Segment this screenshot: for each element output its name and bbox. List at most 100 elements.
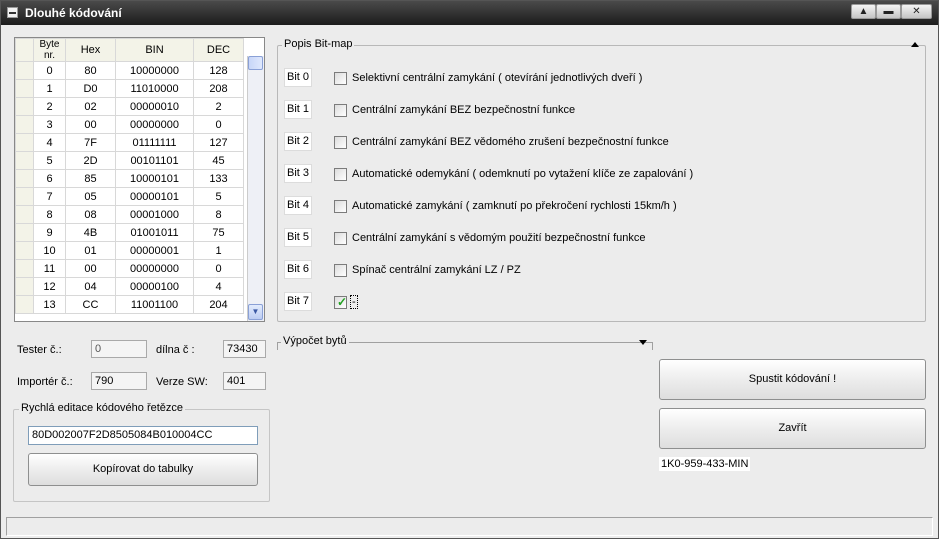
bit-label[interactable]: Automatické odemykání ( odemknutí po vyt…: [352, 168, 693, 180]
cell-bin[interactable]: 10000000: [115, 61, 194, 80]
close-window-button[interactable]: ✕: [901, 4, 932, 19]
bit-label[interactable]: -: [350, 295, 358, 309]
cell-byte[interactable]: 6: [33, 169, 66, 188]
code-string-input[interactable]: 80D002007F2D8505084B010004CC: [28, 426, 258, 445]
row-selector[interactable]: [15, 187, 34, 206]
row-selector[interactable]: [15, 169, 34, 188]
table-row[interactable]: 0 80 10000000 128: [15, 61, 244, 80]
table-row[interactable]: 5 2D 00101101 45: [15, 151, 244, 170]
bit-checkbox[interactable]: [334, 136, 347, 149]
row-selector[interactable]: [15, 223, 34, 242]
table-row[interactable]: 11 00 00000000 0: [15, 259, 244, 278]
bit-label[interactable]: Selektivní centrální zamykání ( otevírán…: [352, 72, 642, 84]
bit-label[interactable]: Automatické zamykání ( zamknutí po překr…: [352, 200, 677, 212]
row-selector[interactable]: [15, 79, 34, 98]
cell-dec[interactable]: 0: [193, 259, 244, 278]
cell-bin[interactable]: 00000100: [115, 277, 194, 296]
row-selector[interactable]: [15, 277, 34, 296]
cell-dec[interactable]: 204: [193, 295, 244, 314]
cell-dec[interactable]: 128: [193, 61, 244, 80]
row-selector[interactable]: [15, 97, 34, 116]
cell-hex[interactable]: 04: [65, 277, 116, 296]
verze-field[interactable]: 401: [223, 372, 266, 390]
cell-byte[interactable]: 9: [33, 223, 66, 242]
tester-field[interactable]: 0: [91, 340, 147, 358]
cell-hex[interactable]: 01: [65, 241, 116, 260]
cell-dec[interactable]: 8: [193, 205, 244, 224]
row-selector[interactable]: [15, 151, 34, 170]
bit-checkbox[interactable]: [334, 264, 347, 277]
system-menu-icon[interactable]: [7, 7, 18, 18]
cell-dec[interactable]: 133: [193, 169, 244, 188]
cell-bin[interactable]: 00000001: [115, 241, 194, 260]
cell-hex[interactable]: 4B: [65, 223, 116, 242]
cell-hex[interactable]: 02: [65, 97, 116, 116]
bit-label[interactable]: Centrální zamykání BEZ bezpečnostní funk…: [352, 104, 575, 116]
cell-dec[interactable]: 4: [193, 277, 244, 296]
cell-bin[interactable]: 01001011: [115, 223, 194, 242]
bit-label[interactable]: Spínač centrální zamykání LZ / PZ: [352, 264, 521, 276]
bit-label[interactable]: Centrální zamykání s vědomým použití bez…: [352, 232, 645, 244]
cell-byte[interactable]: 0: [33, 61, 66, 80]
col-header-bin[interactable]: BIN: [115, 38, 194, 62]
cell-byte[interactable]: 8: [33, 205, 66, 224]
cell-dec[interactable]: 2: [193, 97, 244, 116]
cell-hex[interactable]: D0: [65, 79, 116, 98]
importer-field[interactable]: 790: [91, 372, 147, 390]
cell-byte[interactable]: 7: [33, 187, 66, 206]
row-selector[interactable]: [15, 133, 34, 152]
minimize-button[interactable]: ▬: [876, 4, 901, 19]
col-header-byte[interactable]: Byte nr.: [33, 38, 66, 62]
row-selector[interactable]: [15, 241, 34, 260]
cell-byte[interactable]: 3: [33, 115, 66, 134]
bit-checkbox[interactable]: [334, 72, 347, 85]
row-selector[interactable]: [15, 115, 34, 134]
expand-down-icon[interactable]: [639, 340, 647, 345]
cell-bin[interactable]: 11001100: [115, 295, 194, 314]
cell-byte[interactable]: 11: [33, 259, 66, 278]
cell-hex[interactable]: 80: [65, 61, 116, 80]
cell-dec[interactable]: 127: [193, 133, 244, 152]
cell-bin[interactable]: 00000000: [115, 115, 194, 134]
grid-vertical-scrollbar[interactable]: ▼: [247, 56, 264, 321]
table-row[interactable]: 8 08 00001000 8: [15, 205, 244, 224]
table-row[interactable]: 2 02 00000010 2: [15, 97, 244, 116]
table-row[interactable]: 6 85 10000101 133: [15, 169, 244, 188]
cell-hex[interactable]: 00: [65, 115, 116, 134]
cell-byte[interactable]: 13: [33, 295, 66, 314]
table-row[interactable]: 13 CC 11001100 204: [15, 295, 244, 314]
table-row[interactable]: 9 4B 01001011 75: [15, 223, 244, 242]
cell-bin[interactable]: 00000101: [115, 187, 194, 206]
cell-byte[interactable]: 5: [33, 151, 66, 170]
bit-checkbox[interactable]: [334, 200, 347, 213]
row-selector[interactable]: [15, 295, 34, 314]
col-header-dec[interactable]: DEC: [193, 38, 244, 62]
table-row[interactable]: 10 01 00000001 1: [15, 241, 244, 260]
cell-hex[interactable]: 08: [65, 205, 116, 224]
scrollbar-thumb[interactable]: [248, 56, 263, 70]
cell-bin[interactable]: 00001000: [115, 205, 194, 224]
table-row[interactable]: 4 7F 01111111 127: [15, 133, 244, 152]
cell-hex[interactable]: 00: [65, 259, 116, 278]
bit-label[interactable]: Centrální zamykání BEZ vědomého zrušení …: [352, 136, 669, 148]
restore-button[interactable]: ▲: [851, 4, 876, 19]
cell-dec[interactable]: 0: [193, 115, 244, 134]
cell-bin[interactable]: 11010000: [115, 79, 194, 98]
cell-bin[interactable]: 01111111: [115, 133, 194, 152]
cell-hex[interactable]: 85: [65, 169, 116, 188]
cell-dec[interactable]: 208: [193, 79, 244, 98]
start-coding-button[interactable]: Spustit kódování !: [659, 359, 926, 400]
cell-hex[interactable]: 05: [65, 187, 116, 206]
table-row[interactable]: 1 D0 11010000 208: [15, 79, 244, 98]
dilna-field[interactable]: 73430: [223, 340, 266, 358]
row-selector[interactable]: [15, 205, 34, 224]
row-selector[interactable]: [15, 61, 34, 80]
cell-dec[interactable]: 5: [193, 187, 244, 206]
cell-dec[interactable]: 45: [193, 151, 244, 170]
table-row[interactable]: 3 00 00000000 0: [15, 115, 244, 134]
scroll-down-icon[interactable]: ▼: [248, 304, 263, 320]
cell-dec[interactable]: 1: [193, 241, 244, 260]
collapse-up-icon[interactable]: [911, 42, 919, 47]
cell-bin[interactable]: 00101101: [115, 151, 194, 170]
col-header-hex[interactable]: Hex: [65, 38, 116, 62]
